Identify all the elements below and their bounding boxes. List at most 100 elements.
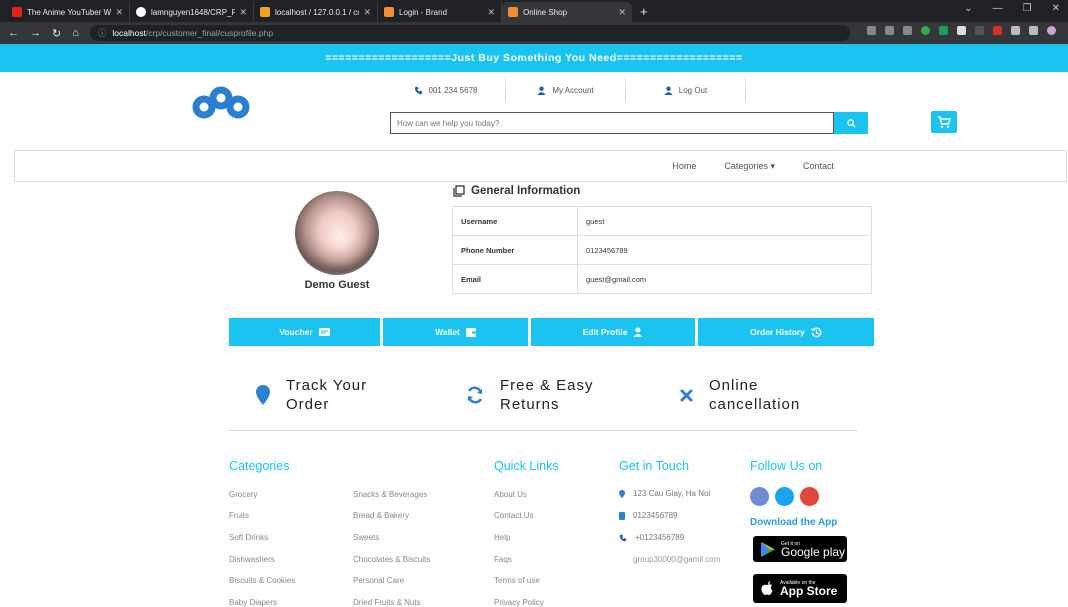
close-icon[interactable]: ✕ <box>487 7 495 18</box>
puzzle-icon[interactable] <box>1011 26 1020 35</box>
url-field[interactable]: ⓘ localhost/crp/customer_final/cusprofil… <box>89 25 850 41</box>
mobile-icon <box>619 511 625 520</box>
cloud9-logo-icon[interactable] <box>188 86 254 125</box>
footer-link[interactable]: Terms of use <box>494 576 540 585</box>
google-play-icon <box>761 541 775 557</box>
footer-link[interactable]: Dried Fruits & Nuts <box>353 598 421 607</box>
footer-link[interactable]: Dishwashers <box>229 555 275 564</box>
extension-icon[interactable] <box>921 26 930 35</box>
footer-link[interactable]: Snacks & Beverages <box>353 490 427 499</box>
tab-title: localhost / 127.0.0.1 / crp_final / <box>275 7 360 17</box>
footer-link[interactable]: Faqs <box>494 555 512 564</box>
share-icon[interactable] <box>885 26 894 35</box>
browser-tab[interactable]: The Anime YouTuber Who KILL✕ <box>6 2 130 22</box>
footer-link[interactable]: Baby Diapers <box>229 598 277 607</box>
minimize-icon[interactable]: — <box>993 3 1003 14</box>
info-icon: ⓘ <box>97 28 107 38</box>
back-icon[interactable]: ← <box>8 27 19 39</box>
close-icon[interactable]: ✕ <box>618 7 626 18</box>
google-play-button[interactable]: Get it on Google play <box>753 536 847 562</box>
browser-tab[interactable]: localhost / 127.0.0.1 / crp_final /✕ <box>254 2 378 22</box>
info-label: Username <box>452 206 578 236</box>
footer-get-in-touch-title: Get in Touch <box>619 459 689 473</box>
extension-icon[interactable] <box>957 26 966 35</box>
order-history-button[interactable]: Order History <box>698 318 874 346</box>
nav-home[interactable]: Home <box>672 161 696 171</box>
voucher-button[interactable]: Voucher <box>229 318 380 346</box>
new-tab-icon[interactable]: + <box>640 4 648 19</box>
reload-icon[interactable]: ↻ <box>52 27 61 40</box>
url-host: localhost <box>112 28 146 38</box>
close-icon[interactable]: ✕ <box>363 7 371 18</box>
forward-icon[interactable]: → <box>30 27 41 39</box>
logout-link[interactable]: Log Out <box>626 78 746 102</box>
twitter-icon[interactable] <box>775 487 794 506</box>
home-icon[interactable]: ⌂ <box>72 27 79 39</box>
close-icon[interactable]: ✕ <box>115 7 123 18</box>
extension-icon[interactable] <box>993 26 1002 35</box>
footer-link[interactable]: Sweets <box>353 533 379 542</box>
tab-strip: The Anime YouTuber Who KILL✕ lamnguyen16… <box>0 0 1068 22</box>
close-icon[interactable]: ✕ <box>239 7 247 18</box>
info-label: Email <box>452 264 578 294</box>
browser-tab[interactable]: Login - Brand ✕ <box>378 2 502 22</box>
footer-link[interactable]: Fruits <box>229 511 249 520</box>
phone-number: 001 234 5678 <box>428 85 478 95</box>
map-marker-icon <box>619 489 625 498</box>
feature-line: Track Your <box>286 377 368 394</box>
extension-icon[interactable] <box>939 26 948 35</box>
info-value: guest <box>577 206 872 236</box>
footer-link[interactable]: Grocery <box>229 490 257 499</box>
store-big-text: Google play <box>781 544 846 559</box>
search-form <box>390 112 868 134</box>
restore-icon[interactable]: ❐ <box>1023 3 1032 14</box>
wallet-icon <box>465 327 476 337</box>
app-store-button[interactable]: Available on the App Store <box>753 574 847 603</box>
social-links <box>750 487 819 506</box>
close-window-icon[interactable]: ✕ <box>1052 3 1060 14</box>
media-icon[interactable] <box>1029 26 1038 35</box>
footer-link[interactable]: Bread & Bakery <box>353 511 409 520</box>
cart-button[interactable] <box>931 111 957 133</box>
footer-link[interactable]: About Us <box>494 490 527 499</box>
nav-contact[interactable]: Contact <box>803 161 834 171</box>
star-icon[interactable] <box>903 26 912 35</box>
table-row: Phone Number 0123456789 <box>452 235 872 265</box>
browser-tab-active[interactable]: Online Shop ✕ <box>502 2 632 22</box>
site-footer: Categories Grocery Fruits Soft Drinks Di… <box>0 450 1068 607</box>
footer-link[interactable]: Soft Drinks <box>229 533 268 542</box>
my-account-link[interactable]: My Account <box>506 78 626 102</box>
nav-categories-dropdown[interactable]: Categories ▾ <box>724 161 775 172</box>
footer-phone-2: +0123456789 <box>619 533 684 542</box>
google-plus-icon[interactable] <box>800 487 819 506</box>
profile-avatar-icon[interactable] <box>1047 26 1056 35</box>
features-strip: Track Your Order Free & Easy Returns Onlin… <box>228 373 858 431</box>
edit-profile-button[interactable]: Edit Profile <box>531 318 695 346</box>
footer-phone: 0123456789 <box>619 511 678 520</box>
wallet-button[interactable]: Wallet <box>383 318 528 346</box>
footer-link[interactable]: Biscuits & Cookies <box>229 576 295 585</box>
info-value: 0123456789 <box>577 235 872 265</box>
footer-link[interactable]: Personal Care <box>353 576 404 585</box>
wallet-label: Wallet <box>435 327 460 337</box>
key-icon[interactable] <box>867 26 876 35</box>
footer-email[interactable]: group30000@gamil.com <box>633 555 720 564</box>
search-button[interactable] <box>834 112 868 134</box>
footer-link[interactable]: Help <box>494 533 510 542</box>
facebook-icon[interactable] <box>750 487 769 506</box>
tab-search-icon[interactable]: ⌄ <box>964 3 972 14</box>
footer-link[interactable]: Chocolates & Biscuits <box>353 555 430 564</box>
footer-link[interactable]: Privacy Policy <box>494 598 544 607</box>
footer-quick-links-title: Quick Links <box>494 459 559 473</box>
search-input[interactable] <box>390 112 834 134</box>
browser-tab[interactable]: lamnguyen1648/CRP_Final ✕ <box>130 2 254 22</box>
site-icon <box>508 7 518 17</box>
history-icon <box>810 327 822 337</box>
window-controls: ⌄ — ❐ ✕ <box>964 3 1060 14</box>
footer-link[interactable]: Contact Us <box>494 511 534 520</box>
extension-icon[interactable] <box>975 26 984 35</box>
phone-text: 0123456789 <box>633 511 678 520</box>
header-phone: 001 234 5678 <box>386 78 506 102</box>
promo-banner: ===================Just Buy Something Yo… <box>0 44 1068 72</box>
tab-title: Online Shop <box>523 7 568 17</box>
